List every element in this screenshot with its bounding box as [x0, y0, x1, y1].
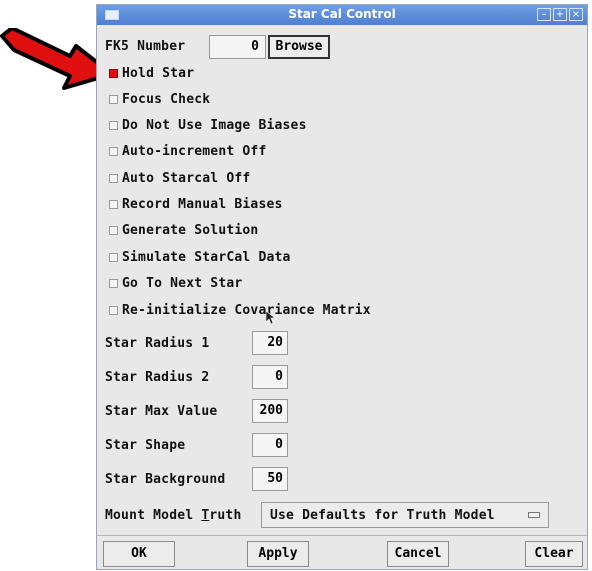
checkbox-box[interactable]	[109, 305, 118, 315]
minimize-icon[interactable]: –	[537, 8, 551, 21]
checkbox-label: Record Manual Biases	[122, 196, 283, 212]
checkbox-simulate-starcal-data[interactable]: Simulate StarCal Data	[109, 247, 291, 267]
fk5-number-input[interactable]: 0	[209, 35, 266, 59]
star-shape-label: Star Shape	[105, 438, 186, 453]
window-title: Star Cal Control	[288, 7, 396, 21]
close-icon[interactable]: ×	[569, 8, 583, 21]
checkbox-do-not-use-image-biases[interactable]: Do Not Use Image Biases	[109, 115, 307, 135]
checkbox-generate-solution[interactable]: Generate Solution	[109, 220, 258, 240]
checkbox-box[interactable]	[109, 278, 118, 288]
star-max-value-label: Star Max Value	[105, 404, 218, 419]
checkbox-box[interactable]	[109, 68, 118, 78]
checkbox-label: Generate Solution	[122, 222, 259, 238]
checkbox-label: Re-initialize Covariance Matrix	[122, 302, 371, 318]
checkbox-label: Auto Starcal Off	[122, 170, 251, 186]
star-background-label: Star Background	[105, 472, 226, 487]
dropdown-icon	[528, 512, 540, 518]
fk5-number-label: FK5 Number	[105, 39, 186, 54]
checkbox-auto-increment-off[interactable]: Auto-increment Off	[109, 141, 266, 161]
checkbox-box[interactable]	[109, 120, 118, 130]
browse-button[interactable]: Browse	[268, 35, 330, 59]
star-background-input[interactable]: 50	[252, 467, 288, 491]
checkbox-box[interactable]	[109, 94, 118, 104]
mount-model-truth-label: Mount Model Truth	[105, 508, 242, 523]
cancel-button[interactable]: Cancel	[387, 541, 449, 567]
checkbox-box[interactable]	[109, 173, 118, 183]
truth-model-dropdown[interactable]: Use Defaults for Truth Model	[261, 502, 549, 528]
checkbox-hold-star[interactable]: Hold Star	[109, 63, 194, 83]
apply-button[interactable]: Apply	[247, 541, 309, 567]
star-cal-control-window: Star Cal Control – + × FK5 Number 0 Brow…	[96, 4, 588, 570]
checkbox-auto-starcal-off[interactable]: Auto Starcal Off	[109, 168, 250, 188]
ok-button[interactable]: OK	[103, 541, 175, 567]
star-radius-2-input[interactable]: 0	[252, 365, 288, 389]
truth-model-selected: Use Defaults for Truth Model	[270, 508, 495, 523]
star-shape-input[interactable]: 0	[252, 433, 288, 457]
checkbox-label: Focus Check	[122, 91, 211, 107]
checkbox-reinitialize-covariance-matrix[interactable]: Re-initialize Covariance Matrix	[109, 300, 371, 320]
checkbox-box[interactable]	[109, 225, 118, 235]
checkbox-box[interactable]	[109, 146, 118, 156]
checkbox-label: Simulate StarCal Data	[122, 249, 291, 265]
checkbox-go-to-next-star[interactable]: Go To Next Star	[109, 273, 242, 293]
checkbox-record-manual-biases[interactable]: Record Manual Biases	[109, 194, 283, 214]
checkbox-label: Go To Next Star	[122, 275, 243, 291]
star-radius-1-label: Star Radius 1	[105, 336, 210, 351]
button-bar: OK Apply Cancel Clear	[97, 535, 587, 570]
checkbox-label: Hold Star	[122, 65, 195, 81]
star-radius-2-label: Star Radius 2	[105, 370, 210, 385]
star-radius-1-input[interactable]: 20	[252, 331, 288, 355]
checkbox-label: Do Not Use Image Biases	[122, 117, 307, 133]
mouse-cursor-icon	[266, 311, 276, 325]
title-bar: Star Cal Control – + ×	[97, 5, 587, 25]
checkbox-focus-check[interactable]: Focus Check	[109, 89, 210, 109]
clear-button[interactable]: Clear	[525, 541, 583, 567]
checkbox-box[interactable]	[109, 199, 118, 209]
checkbox-label: Auto-increment Off	[122, 143, 267, 159]
checkbox-box[interactable]	[109, 252, 118, 262]
star-max-value-input[interactable]: 200	[252, 399, 288, 423]
maximize-icon[interactable]: +	[553, 8, 567, 21]
